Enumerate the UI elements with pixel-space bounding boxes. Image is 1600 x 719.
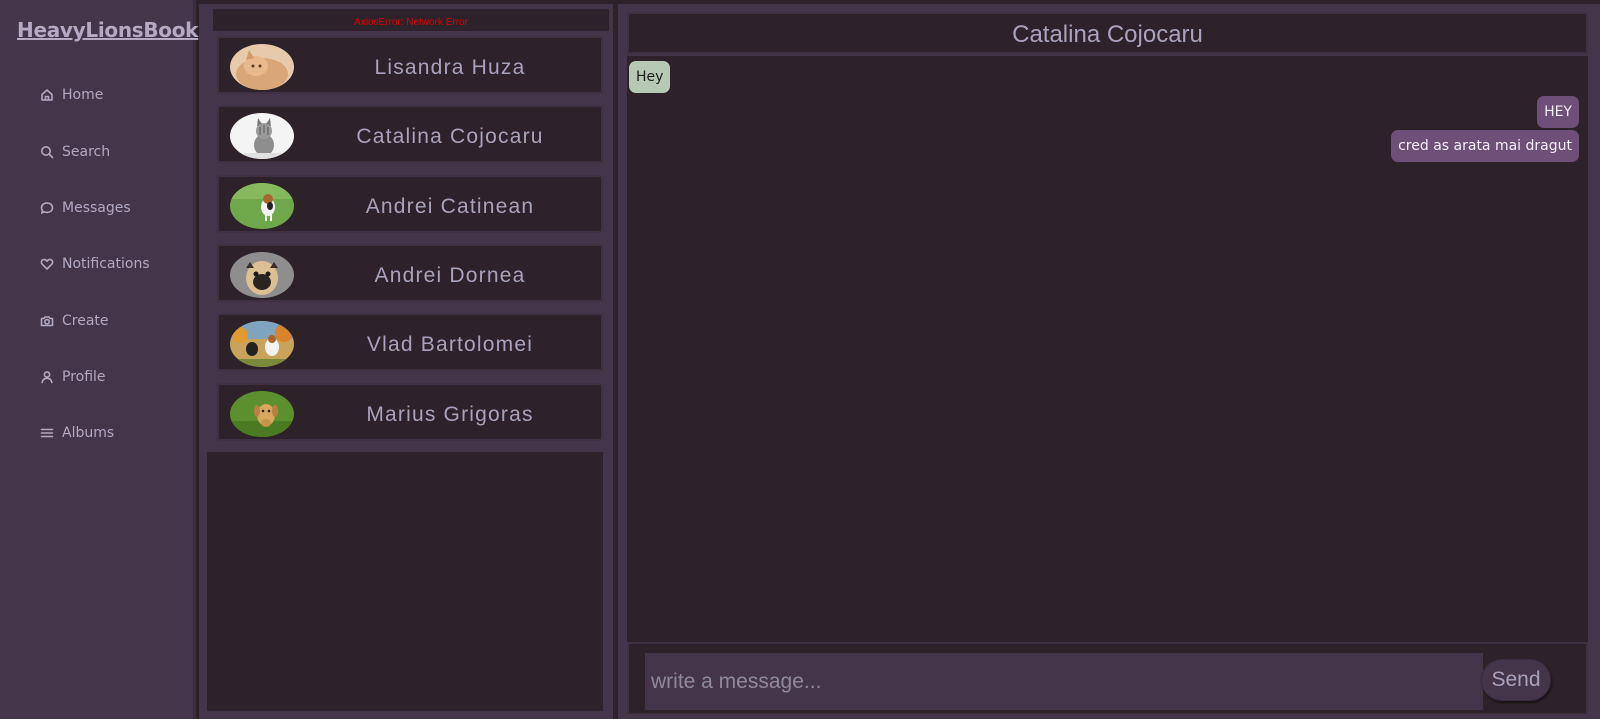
- nav-item-label: Search: [62, 144, 111, 160]
- nav-item-label: Create: [62, 313, 109, 329]
- camera-icon: [40, 316, 54, 327]
- contact-item[interactable]: Lisandra Huza: [217, 36, 603, 94]
- contact-name: Marius Grigoras: [366, 403, 534, 426]
- nav-item-create[interactable]: Create: [40, 309, 109, 333]
- chat-title: Catalina Cojocaru: [627, 12, 1588, 54]
- message-bubble-incoming: Hey: [629, 61, 671, 93]
- search-icon: [41, 146, 54, 159]
- message-bubble-outgoing: HEY: [1537, 96, 1579, 128]
- message-area[interactable]: Hey HEY cred as arata mai dragut: [627, 56, 1588, 642]
- nav-item-search[interactable]: Search: [40, 140, 110, 164]
- message-bubble-outgoing: cred as arata mai dragut: [1391, 130, 1579, 162]
- nav-item-label: Notifications: [62, 256, 150, 272]
- beagle-avatar: [230, 183, 294, 229]
- contact-name: Andrei Catinean: [365, 195, 535, 218]
- home-icon: [41, 89, 53, 101]
- nav-item-label: Home: [62, 87, 104, 103]
- message-composer: Send: [627, 642, 1588, 715]
- conversation-list: AxiosError: Network Error Lisandra Huza: [205, 4, 609, 452]
- chat-panel: Catalina Cojocaru Hey HEY cred as arata …: [618, 4, 1600, 719]
- dogs-avatar: [230, 321, 294, 367]
- nav-item-profile[interactable]: Profile: [40, 365, 106, 389]
- contact-name: Vlad Bartolomei: [366, 333, 534, 356]
- contact-item[interactable]: Catalina Cojocaru: [217, 105, 603, 163]
- user-icon: [41, 371, 53, 384]
- heart-icon: [40, 258, 54, 270]
- error-message: AxiosError: Network Error: [213, 9, 609, 31]
- labrador-avatar: [230, 391, 294, 437]
- contact-item[interactable]: Andrei Catinean: [217, 175, 603, 233]
- contact-item[interactable]: Marius Grigoras: [217, 383, 603, 441]
- menu-icon: [40, 428, 54, 438]
- nav-item-label: Albums: [62, 425, 115, 441]
- conversations-panel: AxiosError: Network Error Lisandra Huza: [199, 4, 613, 719]
- nav-item-albums[interactable]: Albums: [40, 421, 114, 445]
- contact-name: Lisandra Huza: [374, 56, 526, 79]
- nav-item-label: Profile: [62, 369, 106, 385]
- cat-avatar: [230, 44, 294, 90]
- nav-item-messages[interactable]: Messages: [40, 196, 131, 220]
- nav-item-home[interactable]: Home: [40, 83, 103, 107]
- kitten-avatar: [230, 113, 294, 159]
- pug-avatar: [230, 252, 294, 298]
- contact-item[interactable]: Andrei Dornea: [217, 244, 603, 302]
- contact-name: Andrei Dornea: [374, 264, 526, 287]
- sidebar: HeavyLionsBook Home Search Messages Noti…: [0, 0, 198, 719]
- contact-item[interactable]: Vlad Bartolomei: [217, 313, 603, 371]
- nav-item-label: Messages: [62, 200, 131, 216]
- nav-item-notifications[interactable]: Notifications: [40, 252, 150, 276]
- message-input[interactable]: [645, 653, 1483, 710]
- brand-logo[interactable]: HeavyLionsBook: [17, 18, 198, 42]
- send-button[interactable]: Send: [1481, 659, 1551, 701]
- chat-icon: [40, 202, 54, 214]
- contact-name: Catalina Cojocaru: [356, 125, 544, 148]
